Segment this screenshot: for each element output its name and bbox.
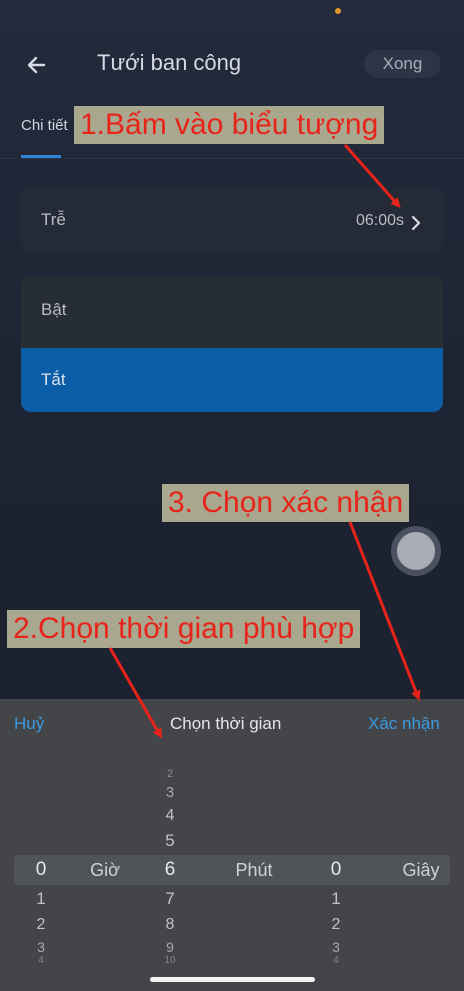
tab-details[interactable]: Chi tiết xyxy=(21,117,68,134)
minute-option[interactable]: 5 xyxy=(155,831,185,851)
option-off[interactable]: Tắt xyxy=(41,370,66,390)
minute-option[interactable]: 9 xyxy=(155,939,185,955)
picker-title: Chọn thời gian xyxy=(170,714,282,733)
home-indicator xyxy=(150,977,315,982)
page-title: Tưới ban công xyxy=(97,50,242,75)
hour-option[interactable]: 1 xyxy=(26,889,56,909)
option-on[interactable]: Bật xyxy=(41,300,67,320)
minute-option[interactable]: 4 xyxy=(155,807,185,825)
second-unit-label: Giây xyxy=(402,860,440,880)
annotation-step-2: 2.Chọn thời gian phù hợp xyxy=(7,610,361,648)
minute-unit-label: Phút xyxy=(235,860,273,880)
back-arrow-icon[interactable] xyxy=(22,50,52,80)
annotation-step-3: 3. Chọn xác nhận xyxy=(162,484,410,522)
status-indicator-dot xyxy=(335,8,341,14)
minute-option[interactable]: 2 xyxy=(155,768,185,780)
hour-option[interactable]: 3 xyxy=(26,939,56,955)
minute-option[interactable]: 7 xyxy=(155,889,185,909)
hour-unit-label: Giờ xyxy=(90,860,120,880)
annotation-step-1: 1.Bấm vào biểu tượng xyxy=(74,106,385,144)
hour-option[interactable]: 2 xyxy=(26,916,56,934)
assistive-touch-inner xyxy=(397,532,435,570)
minute-option[interactable]: 3 xyxy=(155,784,185,801)
hour-option[interactable]: 4 xyxy=(26,955,56,966)
second-option[interactable]: 1 xyxy=(321,889,351,909)
minute-option[interactable]: 10 xyxy=(155,955,185,966)
chevron-right-icon[interactable] xyxy=(410,213,422,233)
second-option[interactable]: 4 xyxy=(321,955,351,966)
delay-value: 06:00s xyxy=(355,212,404,229)
delay-label: Trễ xyxy=(41,210,66,229)
header-divider xyxy=(0,158,464,159)
minute-option[interactable]: 8 xyxy=(155,916,185,934)
done-button[interactable]: Xong xyxy=(364,50,441,78)
minute-selected[interactable]: 6 xyxy=(155,859,185,881)
hour-selected[interactable]: 0 xyxy=(26,859,56,881)
second-selected[interactable]: 0 xyxy=(321,859,351,881)
second-option[interactable]: 3 xyxy=(321,939,351,955)
cancel-button[interactable]: Huỷ xyxy=(14,714,44,734)
confirm-button[interactable]: Xác nhận xyxy=(368,714,440,734)
time-picker-sheet xyxy=(0,699,464,991)
option-off-row[interactable] xyxy=(21,348,443,412)
second-option[interactable]: 2 xyxy=(321,916,351,934)
